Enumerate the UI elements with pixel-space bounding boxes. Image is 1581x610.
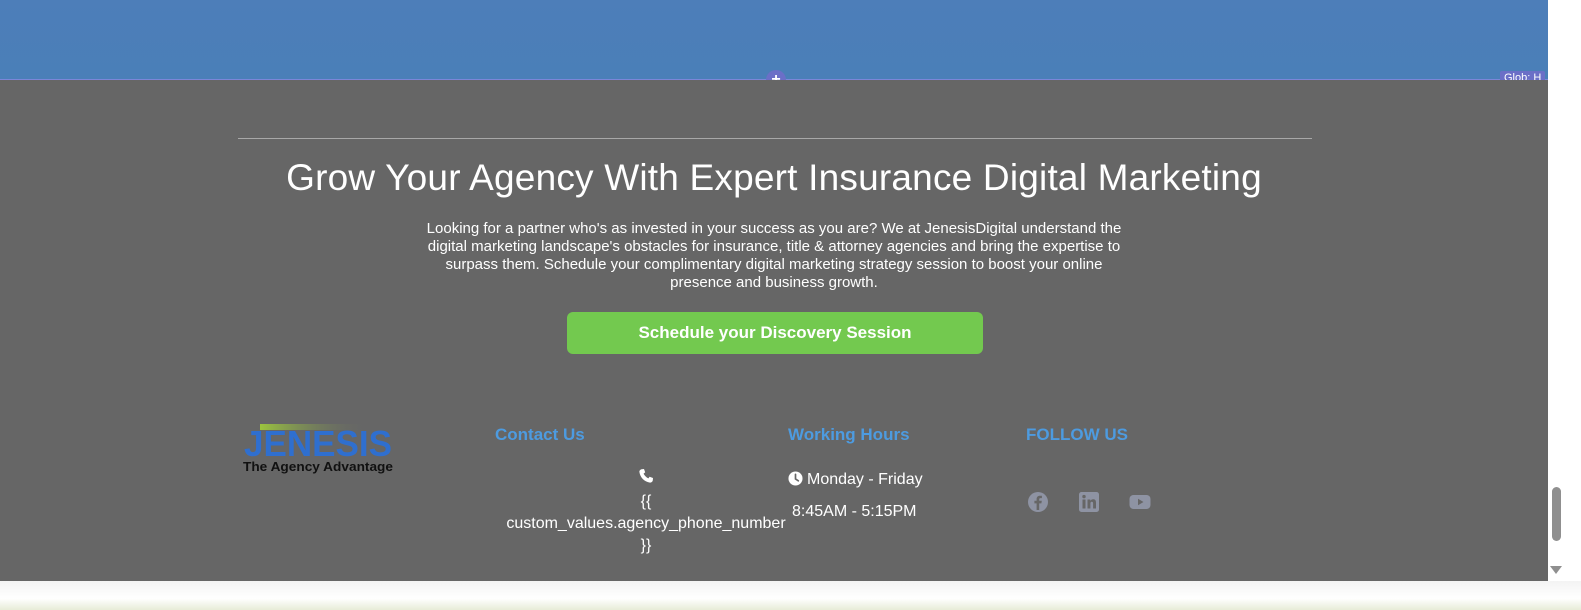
linkedin-icon[interactable] <box>1077 490 1101 514</box>
cta-footer-section: Grow Your Agency With Expert Insurance D… <box>0 80 1548 581</box>
contact-us-heading: Contact Us <box>495 425 585 444</box>
svg-text:JENESIS: JENESIS <box>244 423 392 464</box>
jenesis-logo[interactable]: JENESIS The Agency Advantage <box>242 420 394 476</box>
follow-us-heading: FOLLOW US <box>1026 425 1128 444</box>
working-days-text: Monday - Friday <box>807 471 923 488</box>
scroll-down-arrow-icon[interactable] <box>1550 566 1562 574</box>
phone-line-2: custom_values.agency_phone_number <box>506 515 786 532</box>
cta-headline: Grow Your Agency With Expert Insurance D… <box>286 157 1262 198</box>
bottom-strip <box>0 581 1581 610</box>
hero-section-bottom <box>0 0 1548 80</box>
contact-phone[interactable]: {{ custom_values.agency_phone_number }} <box>495 468 797 557</box>
svg-text:The Agency Advantage: The Agency Advantage <box>243 460 393 474</box>
phone-line-1: {{ <box>640 493 652 510</box>
scrollbar-thumb[interactable] <box>1552 487 1561 541</box>
cta-intro-paragraph: Looking for a partner who's as invested … <box>426 220 1122 291</box>
working-hours-heading: Working Hours <box>788 425 910 444</box>
facebook-icon[interactable] <box>1026 490 1050 514</box>
working-time: 8:45AM - 5:15PM <box>792 503 917 520</box>
youtube-icon[interactable] <box>1128 490 1152 514</box>
schedule-discovery-button[interactable]: Schedule your Discovery Session <box>567 312 983 354</box>
jenesis-logo-graphic: JENESIS The Agency Advantage <box>243 423 393 474</box>
section-divider <box>238 138 1312 139</box>
working-days: Monday - Friday <box>788 470 923 490</box>
clock-icon <box>788 471 803 486</box>
phone-line-3: }} <box>640 537 652 554</box>
phone-icon <box>638 468 654 484</box>
